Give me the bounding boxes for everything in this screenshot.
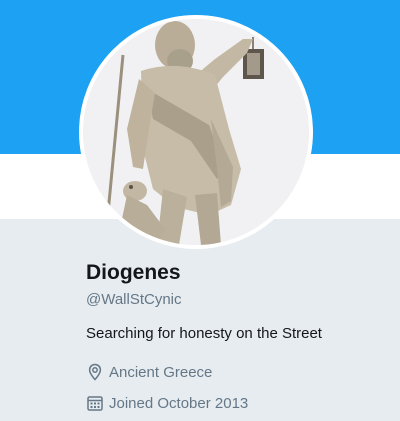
calendar-icon [86, 394, 104, 412]
profile-header: Diogenes @WallStCynic Searching for hone… [0, 0, 400, 421]
avatar[interactable] [79, 15, 313, 249]
statue-image [83, 19, 309, 245]
profile-bio: Searching for honesty on the Street [86, 325, 322, 342]
profile-card [0, 219, 400, 421]
joined-row: Joined October 2013 [86, 394, 248, 412]
profile-joined: Joined October 2013 [109, 394, 249, 412]
profile-handle[interactable]: @WallStCynic [86, 291, 182, 308]
profile-location[interactable]: Ancient Greece [109, 364, 212, 381]
profile-name: Diogenes [86, 261, 181, 284]
location-pin-icon [86, 363, 104, 381]
location-row: Ancient Greece [86, 363, 212, 381]
